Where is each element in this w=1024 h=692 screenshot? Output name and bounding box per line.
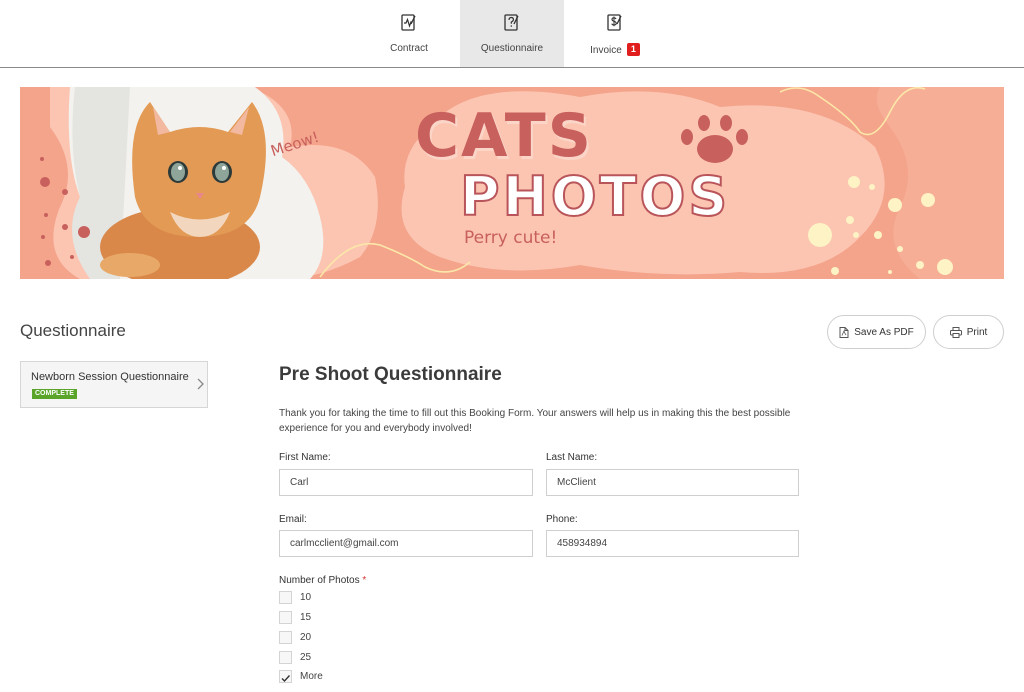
questionnaire-list-item[interactable]: Newborn Session Questionnaire COMPLETE [20,361,208,408]
option-label: 20 [300,632,312,643]
last-name-label: Last Name: [546,452,598,463]
tab-label-text: Invoice [590,45,622,56]
checkbox[interactable] [279,611,292,624]
print-label: Print [966,326,988,338]
tab-label: Invoice 1 [563,43,667,56]
banner-tagline: Perry cute! [464,228,558,248]
banner-title-line2: PHOTOS [459,164,731,229]
form-intro-text: Thank you for taking the time to fill ou… [279,408,791,434]
checkbox[interactable] [279,651,292,664]
save-as-pdf-button[interactable]: Save As PDF [827,315,926,349]
complete-status-badge: COMPLETE [32,389,77,399]
tab-label: Contract [390,43,428,54]
section-title: Questionnaire [20,321,126,340]
checkmark-icon [281,675,291,683]
pdf-file-icon [839,326,849,338]
first-name-field[interactable] [279,469,533,496]
option-label: 15 [300,612,312,623]
chevron-right-icon [197,378,204,390]
questionnaire-icon [504,14,519,31]
printer-icon [949,326,962,338]
invoice-icon [607,14,622,31]
email-field[interactable] [279,530,533,557]
banner-title-line1: CATS [415,101,593,171]
tab-invoice[interactable]: Invoice 1 [563,0,667,67]
first-name-label: First Name: [279,452,331,463]
checkbox[interactable] [279,631,292,644]
phone-label: Phone: [546,514,578,525]
top-tab-bar: Contract Questionnaire Invoice 1 [0,0,1024,68]
checkbox-checked[interactable] [279,670,292,683]
phone-field[interactable] [546,530,799,557]
required-marker: * [362,575,367,586]
questionnaire-name: Newborn Session Questionnaire [31,371,189,383]
number-of-photos-text: Number of Photos [279,575,360,586]
last-name-field[interactable] [546,469,799,496]
tab-label: Questionnaire [480,43,544,54]
option-label: More [300,671,323,682]
email-label: Email: [279,514,307,525]
option-label: 10 [300,592,312,603]
tab-questionnaire[interactable]: Questionnaire [460,0,564,67]
contract-icon [401,14,416,31]
form-title: Pre Shoot Questionnaire [279,364,502,385]
number-of-photos-label: Number of Photos * [279,575,366,586]
cats-photos-banner: Meow! CATS PHOTOS Perry cute! [20,87,1004,279]
option-label: 25 [300,652,312,663]
checkbox[interactable] [279,591,292,604]
invoice-count-badge: 1 [626,43,640,56]
save-as-pdf-label: Save As PDF [854,326,914,338]
tab-contract[interactable]: Contract [357,0,461,67]
print-button[interactable]: Print [933,315,1004,349]
